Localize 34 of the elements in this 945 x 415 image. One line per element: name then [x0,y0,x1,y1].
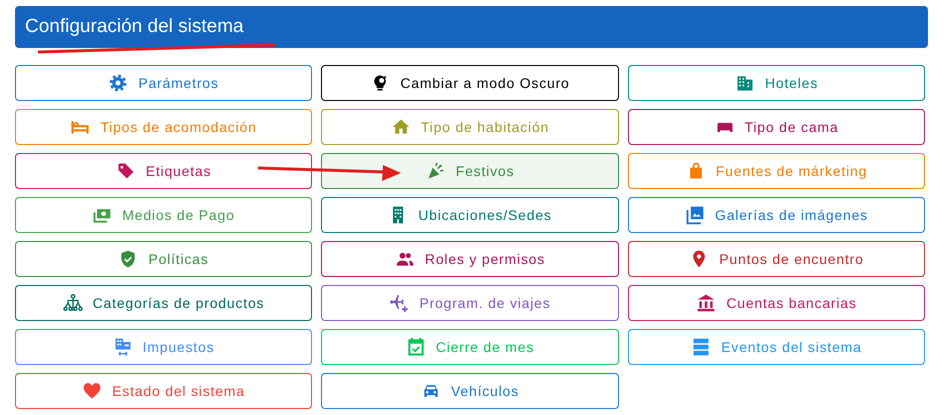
menu-button[interactable]: Eventos del sistema [628,329,925,365]
menu-button[interactable]: Program. de viajes [321,285,619,321]
building-arrows-icon [112,337,133,357]
bank-icon [696,293,716,313]
heart-icon [82,381,102,401]
menu-button[interactable]: Políticas [15,241,312,277]
menu-button[interactable]: Ubicaciones/Sedes [321,197,619,233]
menu-button[interactable]: Parámetros [15,65,312,101]
menu-button[interactable]: Cuentas bancarias [628,285,925,321]
menu-button[interactable]: Puntos de encuentro [628,241,925,277]
menu-button[interactable]: Tipos de acomodación [15,109,312,145]
plane-plus-icon [389,293,410,313]
menu-button[interactable]: Roles y permisos [321,241,619,277]
menu-button[interactable]: Vehículos [321,373,619,409]
page-title: Configuración del sistema [25,16,244,38]
menu-button[interactable]: Medios de Pago [15,197,312,233]
hierarchy-icon [62,293,83,313]
server-icon [691,337,712,357]
party-popper-icon [426,161,446,181]
menu-button[interactable]: Hoteles [628,65,925,101]
calendar-check-icon [406,337,426,357]
menu-button[interactable]: Cambiar a modo Oscuro [321,65,619,101]
menu-button[interactable]: Festivos [321,153,619,189]
menu-button[interactable]: Impuestos [15,329,312,365]
menu-button[interactable]: Tipo de cama [628,109,925,145]
tag-icon [116,161,136,181]
menu-button[interactable]: Categorías de productos [15,285,312,321]
menu-button[interactable]: Estado del sistema [15,373,312,409]
menu-button[interactable]: Tipo de habitación [321,109,619,145]
gear-icon [108,73,128,93]
menu-button[interactable]: Etiquetas [15,153,312,189]
menu-button[interactable]: Galerías de imágenes [628,197,925,233]
menu-button[interactable]: Fuentes de márketing [628,153,925,189]
images-icon [685,205,706,225]
